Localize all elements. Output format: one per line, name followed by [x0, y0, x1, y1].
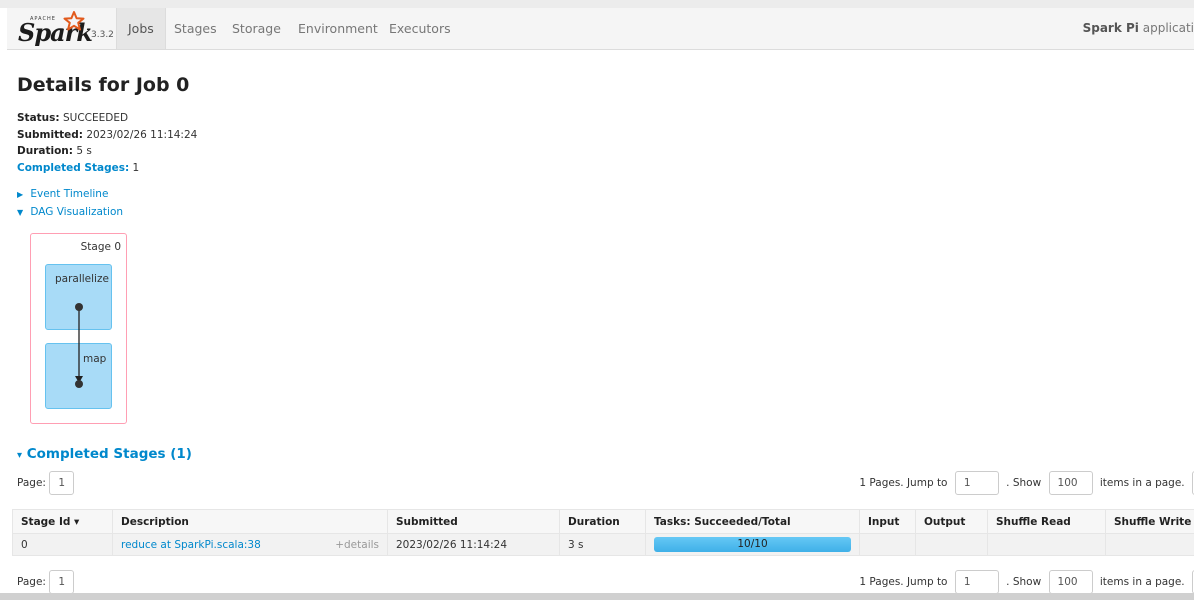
pages-text: 1 Pages. Jump to: [859, 576, 948, 588]
col-shuffle-write[interactable]: Shuffle Write: [1105, 509, 1194, 534]
submitted-value: 2023/02/26 11:14:24: [86, 128, 198, 141]
window-bottom-edge: [0, 593, 1194, 600]
pager-bottom-right: 1 Pages. Jump to 1 . Show 100 items in a…: [859, 570, 1194, 594]
cell-input: [859, 533, 916, 556]
app-name: Spark Pi: [1082, 21, 1139, 35]
completed-stages-table: Stage Id ▾ Description Submitted Duratio…: [12, 509, 1194, 556]
app-suffix: applicati: [1142, 21, 1194, 35]
submitted-row: Submitted: 2023/02/26 11:14:24: [17, 127, 197, 144]
page-link[interactable]: 1: [49, 471, 74, 495]
jump-to-input[interactable]: 1: [954, 570, 999, 594]
tasks-progress-label: 10/10: [737, 538, 768, 550]
page-size-input[interactable]: 100: [1048, 570, 1093, 594]
event-timeline-label: Event Timeline: [30, 188, 109, 200]
caret-down-icon: ▾: [17, 450, 23, 461]
col-shuffle-read[interactable]: Shuffle Read: [987, 509, 1106, 534]
pager-bottom-left: Page: 1: [17, 570, 74, 594]
jump-to-input[interactable]: 1: [954, 471, 999, 495]
page-title: Details for Job 0: [17, 74, 190, 96]
window-top-edge: [0, 0, 1194, 8]
stage-description-link[interactable]: reduce at SparkPi.scala:38: [121, 539, 261, 551]
col-duration[interactable]: Duration: [559, 509, 646, 534]
duration-label: Duration:: [17, 145, 73, 157]
page-label: Page:: [17, 477, 46, 489]
navbar: APACHE Spark 3.3.2 Jobs Stages Storage E…: [7, 8, 1194, 50]
page-label: Page:: [17, 576, 46, 588]
cell-stage-id: 0: [12, 533, 113, 556]
pager-top-right: 1 Pages. Jump to 1 . Show 100 items in a…: [859, 471, 1194, 495]
col-input[interactable]: Input: [859, 509, 916, 534]
pages-text: 1 Pages. Jump to: [859, 477, 948, 489]
star-icon: [63, 11, 85, 31]
dag-visualization-toggle[interactable]: ▼ DAG Visualization: [17, 206, 123, 218]
dag-visualization-label: DAG Visualization: [30, 206, 124, 218]
cell-duration: 3 s: [559, 533, 646, 556]
cell-shuffle-read: [987, 533, 1106, 556]
tab-storage[interactable]: Storage: [221, 8, 292, 49]
completed-stages-heading[interactable]: ▾ Completed Stages (1): [17, 446, 192, 462]
cell-tasks: 10/10: [645, 533, 860, 556]
table-header-row: Stage Id ▾ Description Submitted Duratio…: [12, 509, 1194, 534]
event-timeline-toggle[interactable]: ▶ Event Timeline: [17, 188, 108, 200]
items-text: items in a page.: [1099, 477, 1185, 489]
dag-stage-cluster[interactable]: Stage 0 parallelize map: [30, 233, 127, 424]
page-size-input[interactable]: 100: [1048, 471, 1093, 495]
cell-submitted: 2023/02/26 11:14:24: [387, 533, 560, 556]
version-label: 3.3.2: [91, 30, 114, 40]
col-output[interactable]: Output: [915, 509, 988, 534]
col-submitted[interactable]: Submitted: [387, 509, 560, 534]
tab-executors[interactable]: Executors: [378, 8, 462, 49]
status-label: Status:: [17, 112, 60, 124]
caret-right-icon: ▶: [17, 190, 24, 199]
completed-stages-label[interactable]: Completed Stages:: [17, 162, 129, 174]
spark-logo[interactable]: APACHE Spark 3.3.2: [16, 11, 116, 47]
app-title: Spark Pi applicati: [1083, 8, 1194, 49]
pager-top-left: Page: 1: [17, 471, 74, 495]
cell-description: reduce at SparkPi.scala:38 +details: [112, 533, 388, 556]
tab-environment[interactable]: Environment: [287, 8, 389, 49]
col-tasks[interactable]: Tasks: Succeeded/Total: [645, 509, 860, 534]
duration-value: 5 s: [76, 145, 92, 157]
tasks-progress-bar: 10/10: [654, 537, 851, 552]
col-description[interactable]: Description: [112, 509, 388, 534]
show-text: . Show: [1006, 576, 1042, 588]
submitted-label: Submitted:: [17, 128, 83, 141]
tab-jobs[interactable]: Jobs: [116, 8, 166, 49]
col-stage-id[interactable]: Stage Id ▾: [12, 509, 113, 534]
status-value: SUCCEEDED: [62, 112, 129, 124]
details-toggle[interactable]: +details: [335, 539, 379, 551]
status-row: Status: SUCCEEDED: [17, 110, 197, 127]
table-row: 0 reduce at SparkPi.scala:38 +details 20…: [12, 533, 1194, 556]
dag-edge: [75, 303, 83, 388]
completed-stages-value: 1: [132, 161, 140, 174]
cell-output: [915, 533, 988, 556]
cell-shuffle-write: [1105, 533, 1194, 556]
caret-down-icon: ▼: [17, 208, 24, 217]
job-summary: Status: SUCCEEDED Submitted: 2023/02/26 …: [17, 110, 197, 176]
page-link[interactable]: 1: [49, 570, 74, 594]
completed-stages-heading-label: Completed Stages (1): [26, 446, 192, 462]
tab-stages[interactable]: Stages: [163, 8, 228, 49]
show-text: . Show: [1006, 477, 1042, 489]
duration-row: Duration: 5 s: [17, 143, 197, 160]
items-text: items in a page.: [1099, 576, 1185, 588]
completed-stages-row[interactable]: Completed Stages: 1: [17, 160, 197, 177]
